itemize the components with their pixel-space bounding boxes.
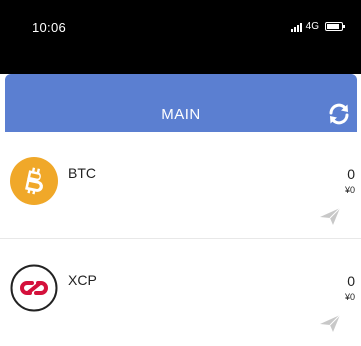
send-icon[interactable] <box>319 313 341 333</box>
bitcoin-icon <box>10 157 58 205</box>
coin-fiat-value: ¥0 <box>344 185 355 195</box>
coin-symbol: XCP <box>68 272 97 288</box>
coin-amount: 0 <box>347 166 355 182</box>
coin-amount: 0 <box>347 273 355 289</box>
network-type: 4G <box>305 21 319 32</box>
counterparty-icon <box>10 264 58 312</box>
coin-symbol: BTC <box>68 165 96 181</box>
status-time: 10:06 <box>32 20 67 35</box>
refresh-icon <box>329 103 349 125</box>
wallet-list: BTC 0 ¥0 XCP 0 ¥0 <box>0 132 361 346</box>
wallet-row-btc[interactable]: BTC 0 ¥0 <box>0 132 361 239</box>
status-bar: 10:06 4G <box>0 0 361 74</box>
battery-icon <box>325 22 345 31</box>
refresh-button[interactable] <box>326 101 352 127</box>
app-header: MAIN <box>5 74 357 132</box>
coin-fiat-value: ¥0 <box>344 292 355 302</box>
wallet-row-xcp[interactable]: XCP 0 ¥0 <box>0 239 361 346</box>
signal-icon <box>290 22 302 32</box>
page-title: MAIN <box>161 106 201 123</box>
send-icon[interactable] <box>319 206 341 226</box>
status-indicators: 4G <box>290 21 345 32</box>
